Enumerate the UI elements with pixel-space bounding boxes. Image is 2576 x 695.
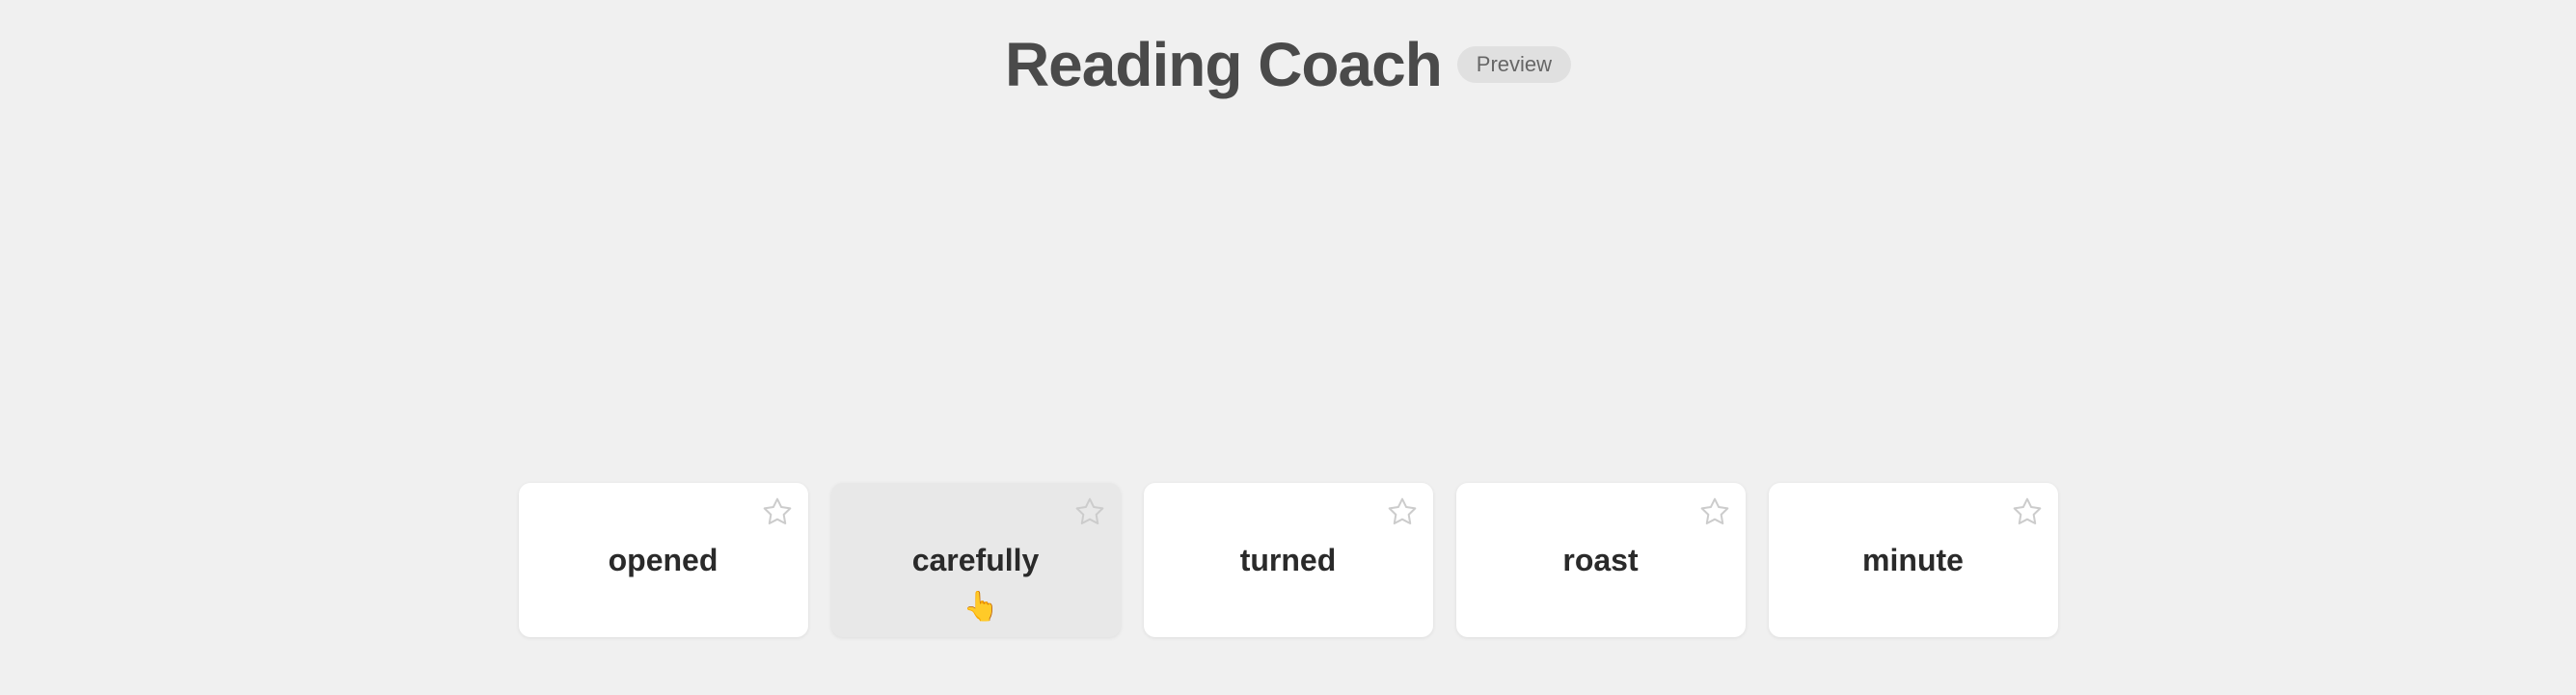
- word-cards-container: opened carefully 👆 turned roast: [0, 483, 2576, 637]
- header: Reading Coach Preview: [0, 0, 2576, 100]
- cursor-icon: 👆: [963, 590, 999, 624]
- word-card-roast[interactable]: roast: [1456, 483, 1746, 637]
- star-icon-turned[interactable]: [1387, 496, 1418, 527]
- word-card-minute[interactable]: minute: [1769, 483, 2058, 637]
- word-card-opened[interactable]: opened: [519, 483, 808, 637]
- word-label-roast: roast: [1562, 543, 1638, 578]
- preview-badge: Preview: [1457, 46, 1571, 83]
- star-icon-opened[interactable]: [762, 496, 793, 527]
- star-icon-minute[interactable]: [2012, 496, 2043, 527]
- star-icon-carefully[interactable]: [1074, 496, 1105, 527]
- app-title: Reading Coach: [1005, 29, 1442, 100]
- word-card-turned[interactable]: turned: [1144, 483, 1433, 637]
- star-icon-roast[interactable]: [1699, 496, 1730, 527]
- word-label-turned: turned: [1240, 543, 1337, 578]
- word-card-carefully[interactable]: carefully 👆: [831, 483, 1121, 637]
- word-label-opened: opened: [609, 543, 719, 578]
- word-label-carefully: carefully: [912, 543, 1040, 578]
- word-label-minute: minute: [1862, 543, 1964, 578]
